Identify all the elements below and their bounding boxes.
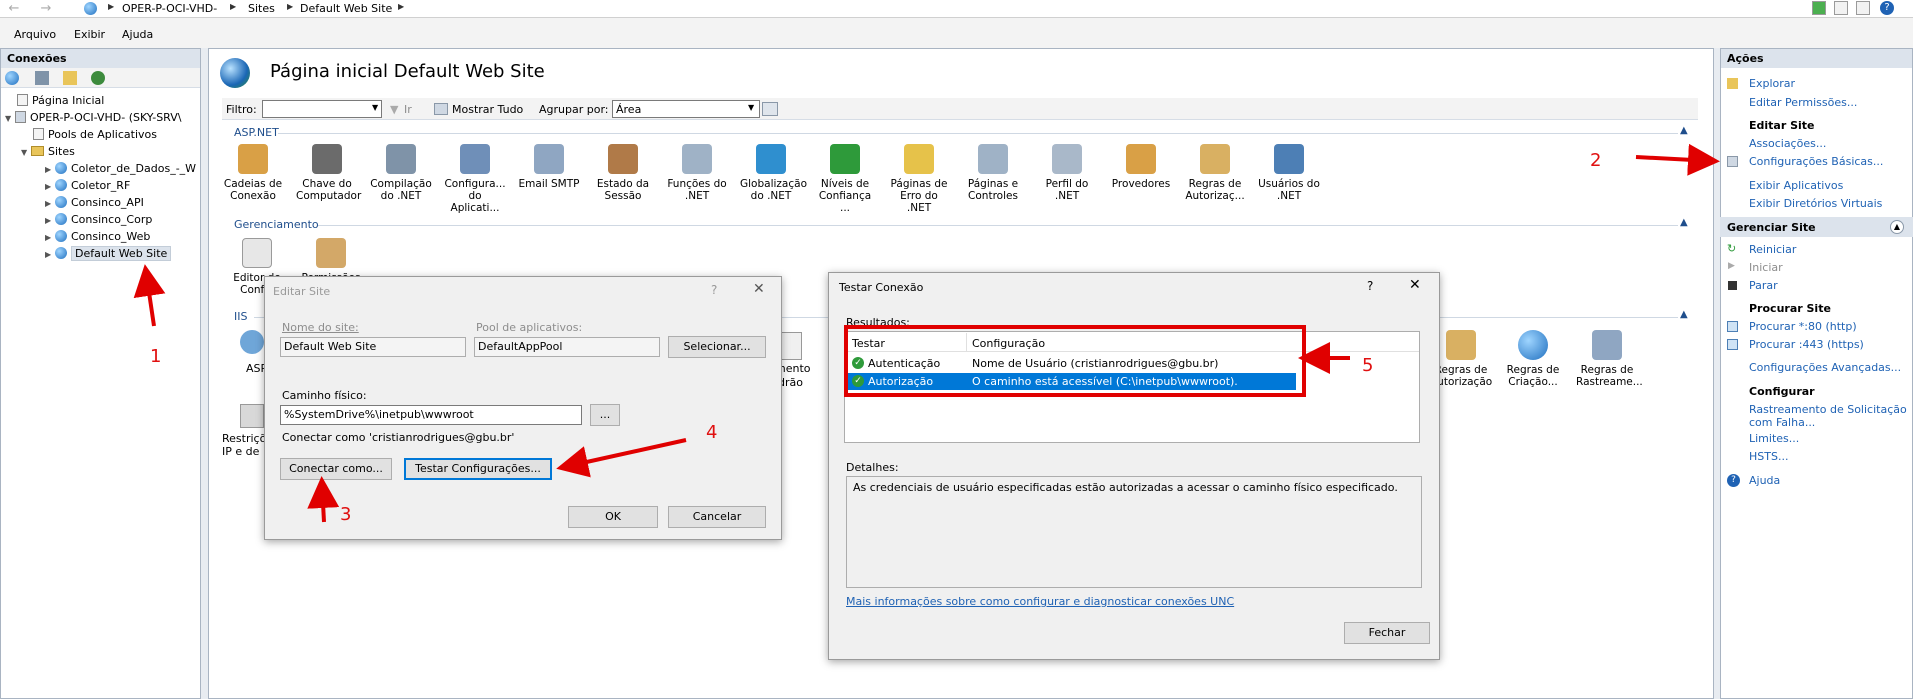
- highlight-box: [844, 325, 1306, 397]
- annotation-2: 2: [1590, 150, 1602, 171]
- arrow-4: [556, 438, 687, 478]
- arrow-1: [133, 264, 166, 327]
- arrow-3: [307, 476, 340, 523]
- annotation-3: 3: [340, 504, 352, 525]
- annotation-1: 1: [150, 346, 162, 367]
- arrow-2: [1635, 143, 1720, 176]
- annotation-5: 5: [1362, 355, 1374, 376]
- annotation-4: 4: [706, 422, 718, 443]
